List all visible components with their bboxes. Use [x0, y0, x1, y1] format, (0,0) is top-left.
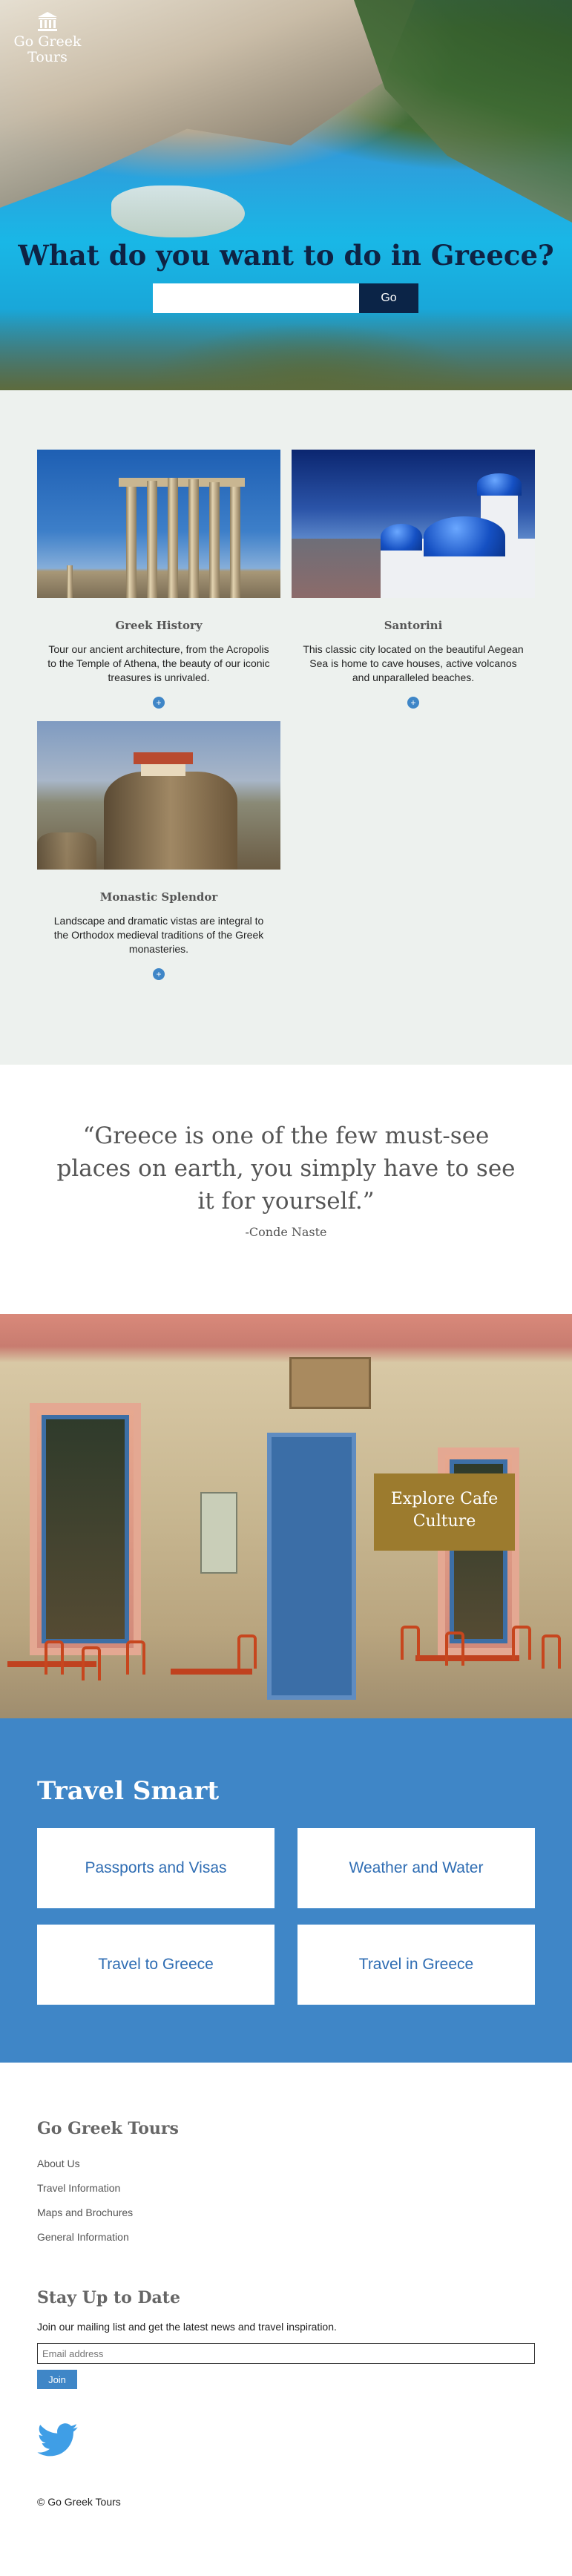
card-image-monastery: [37, 721, 280, 870]
footer-link-maps-brochures[interactable]: Maps and Brochures: [37, 2201, 535, 2225]
cafe-section: Explore Cafe Culture: [0, 1314, 572, 1718]
brand-name-line2: Tours: [27, 49, 68, 65]
join-button[interactable]: Join: [37, 2370, 77, 2389]
card-image-temple: [37, 450, 280, 598]
footer-link-general-information[interactable]: General Information: [37, 2225, 535, 2250]
passports-visas-link[interactable]: Passports and Visas: [37, 1828, 275, 1908]
card-title: Santorini: [384, 619, 443, 632]
travel-to-greece-link[interactable]: Travel to Greece: [37, 1925, 275, 2005]
card-santorini: Santorini This classic city located on t…: [292, 450, 535, 709]
plus-circle-icon[interactable]: +: [407, 697, 419, 709]
card-image-santorini: [292, 450, 535, 598]
cafe-door: [267, 1433, 356, 1700]
hero-foliage-image: [0, 309, 572, 390]
search-input[interactable]: [153, 283, 359, 313]
email-field[interactable]: [37, 2343, 535, 2364]
travel-smart-section: Travel Smart Passports and Visas Weather…: [0, 1718, 572, 2063]
quote-section: “Greece is one of the few must-see place…: [0, 1065, 572, 1314]
card-description: Tour our ancient architecture, from the …: [47, 643, 270, 683]
newsletter-title: Stay Up to Date: [37, 2288, 180, 2307]
cafe-window-left: [30, 1403, 141, 1655]
explore-cafe-culture-button[interactable]: Explore Cafe Culture: [374, 1473, 515, 1551]
footer-nav: About Us Travel Information Maps and Bro…: [37, 2152, 535, 2250]
hero-title: What do you want to do in Greece?: [18, 239, 554, 272]
quote-author: -Conde Naste: [245, 1225, 327, 1239]
twitter-icon[interactable]: [37, 2423, 79, 2457]
temple-icon: [38, 12, 57, 31]
footer-link-travel-information[interactable]: Travel Information: [37, 2176, 535, 2201]
card-description: This classic city located on the beautif…: [303, 643, 524, 683]
travel-smart-title: Travel Smart: [37, 1776, 220, 1806]
newsletter-description: Join our mailing list and get the latest…: [37, 2321, 337, 2333]
plus-circle-icon[interactable]: +: [153, 697, 165, 709]
card-monastic-splendor: Monastic Splendor Landscape and dramatic…: [37, 721, 280, 981]
travel-in-greece-link[interactable]: Travel in Greece: [297, 1925, 535, 2005]
card-title: Greek History: [115, 619, 203, 632]
copyright: © Go Greek Tours: [37, 2496, 121, 2508]
search-form: Go: [153, 283, 418, 313]
brand-logo[interactable]: Go Greek Tours: [12, 10, 83, 65]
cafe-sign-image: [289, 1357, 371, 1409]
hero-section: Go Greek Tours What do you want to do in…: [0, 0, 572, 390]
cafe-plaque-image: [200, 1492, 237, 1574]
search-go-button[interactable]: Go: [359, 283, 418, 313]
footer: Go Greek Tours About Us Travel Informati…: [0, 2063, 572, 2576]
card-description: Landscape and dramatic vistas are integr…: [53, 915, 264, 955]
card-greek-history: Greek History Tour our ancient architect…: [37, 450, 280, 709]
hero-beach-image: [111, 185, 245, 237]
footer-title: Go Greek Tours: [37, 2119, 179, 2138]
destinations-section: Greek History Tour our ancient architect…: [0, 390, 572, 1065]
plus-circle-icon[interactable]: +: [153, 968, 165, 980]
brand-name-line1: Go Greek: [13, 33, 82, 50]
weather-water-link[interactable]: Weather and Water: [297, 1828, 535, 1908]
footer-link-about-us[interactable]: About Us: [37, 2152, 535, 2176]
card-title: Monastic Splendor: [99, 890, 218, 904]
quote-text: “Greece is one of the few must-see place…: [56, 1123, 516, 1215]
